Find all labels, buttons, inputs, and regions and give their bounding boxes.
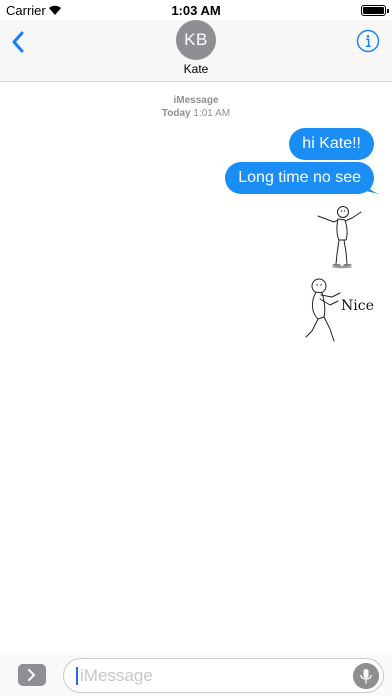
- sent-message-bubble[interactable]: Long time no see: [225, 162, 374, 194]
- bubble-tail: [366, 182, 380, 194]
- text-cursor: [76, 667, 78, 685]
- expand-apps-button[interactable]: [18, 664, 46, 686]
- status-time: 1:03 AM: [171, 3, 221, 18]
- back-chevron-icon[interactable]: [8, 28, 30, 56]
- message-input[interactable]: iMessage: [63, 658, 384, 693]
- timestamp-day: Today: [161, 108, 191, 119]
- message-placeholder: iMessage: [80, 666, 153, 685]
- stick-figure-drawing: Nice: [305, 278, 374, 342]
- nice-stick-figure-sticker[interactable]: Nice: [298, 275, 378, 345]
- sent-message-bubble[interactable]: hi Kate!!: [289, 128, 374, 160]
- sticker-caption: Nice: [341, 298, 374, 314]
- timestamp-time: 1:01 AM: [193, 108, 231, 119]
- service-label: iMessage: [173, 95, 219, 106]
- contact-avatar[interactable]: KB: [176, 20, 216, 60]
- status-bar: Carrier 1:03 AM: [0, 0, 392, 20]
- conversation-header: KB Kate: [0, 20, 392, 82]
- contact-name[interactable]: Kate: [0, 62, 392, 76]
- compose-bar: iMessage: [0, 654, 392, 696]
- microphone-icon[interactable]: [353, 663, 379, 689]
- battery-icon: [361, 5, 389, 16]
- timestamp: Today 1:01 AM: [0, 108, 392, 119]
- dancing-stick-figure-sticker[interactable]: [316, 204, 366, 270]
- info-icon[interactable]: [356, 29, 380, 53]
